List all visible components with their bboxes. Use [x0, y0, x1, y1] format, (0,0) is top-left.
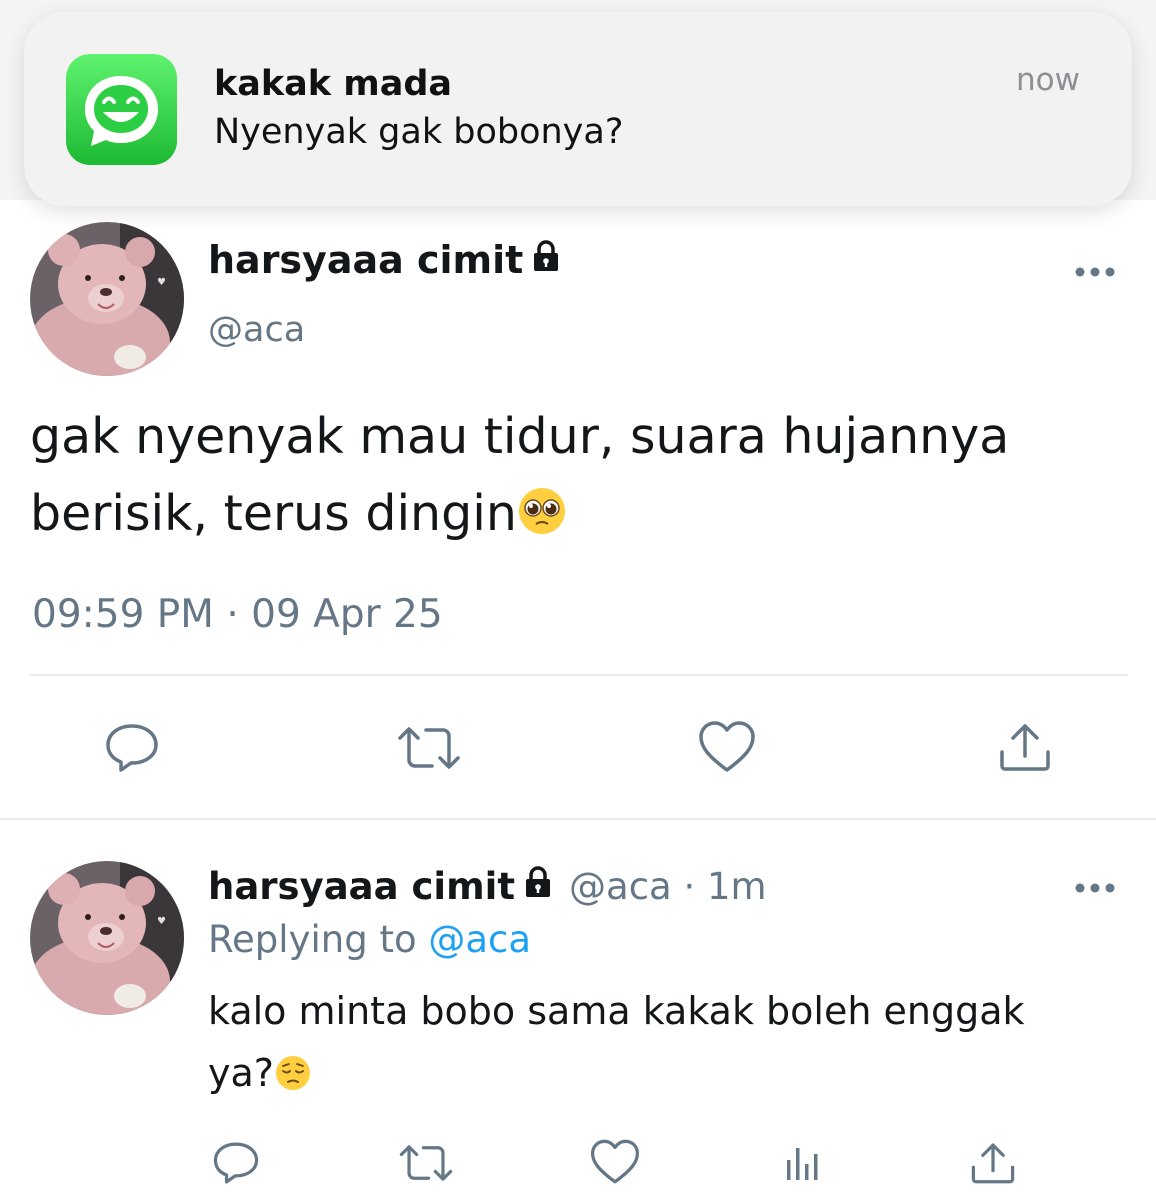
avatar[interactable]: ♥: [30, 222, 184, 376]
reply-icon[interactable]: [104, 722, 160, 778]
notification-banner[interactable]: kakak mada Nyenyak gak bobonya? now: [24, 12, 1132, 206]
notification-time: now: [1016, 62, 1080, 98]
lock-icon: [529, 238, 563, 282]
tweet-text-line: gak nyenyak mau tidur, suara hujannya: [30, 408, 1010, 465]
replying-to: Replying to @aca: [208, 918, 531, 961]
tweet-text-line: berisik, terus dingin: [30, 485, 517, 542]
handle[interactable]: @aca: [208, 310, 305, 350]
display-name-text: harsyaaa cimit: [208, 865, 516, 908]
divider: [30, 674, 1128, 676]
notification-sender: kakak mada: [214, 64, 453, 104]
like-icon[interactable]: [590, 1138, 640, 1190]
display-name: harsyaaa cimit: [208, 238, 563, 282]
like-icon[interactable]: [698, 720, 756, 778]
avatar[interactable]: ♥: [30, 861, 184, 1015]
more-options-icon[interactable]: [1074, 262, 1116, 286]
reply-handle-time: @aca · 1m: [569, 865, 767, 908]
share-icon[interactable]: [970, 1140, 1016, 1190]
lock-icon: [521, 865, 555, 908]
tweet-text: gak nyenyak mau tidur, suara hujannya be…: [30, 398, 1110, 558]
replying-to-prefix: Replying to: [208, 918, 417, 961]
reply-text: kalo minta bobo sama kakak boleh enggak …: [208, 980, 1108, 1110]
pleading-face-icon: [517, 481, 567, 558]
reply-text-line: kalo minta bobo sama kakak boleh enggak: [208, 989, 1025, 1033]
svg-text:♥: ♥: [157, 277, 166, 288]
retweet-icon[interactable]: [398, 1142, 454, 1188]
pensive-face-icon: [274, 1048, 312, 1110]
reply-header: harsyaaa cimit @aca · 1m: [208, 865, 767, 908]
analytics-icon[interactable]: [784, 1142, 824, 1188]
replying-to-link[interactable]: @aca: [428, 918, 531, 961]
display-name-text: harsyaaa cimit: [208, 238, 524, 282]
tweet-timestamp: 09:59 PM · 09 Apr 25: [32, 592, 443, 637]
reply-text-line: ya?: [208, 1051, 274, 1095]
retweet-icon[interactable]: [396, 724, 462, 776]
notification-message: Nyenyak gak bobonya?: [214, 112, 624, 152]
share-icon[interactable]: [998, 720, 1052, 778]
whatsapp-smile-icon: [66, 54, 177, 165]
reply-icon[interactable]: [212, 1140, 260, 1190]
more-options-icon[interactable]: [1074, 878, 1116, 902]
svg-text:♥: ♥: [157, 916, 166, 927]
divider: [0, 818, 1156, 820]
screen: kakak mada Nyenyak gak bobonya? now ♥ ha…: [0, 0, 1156, 1200]
